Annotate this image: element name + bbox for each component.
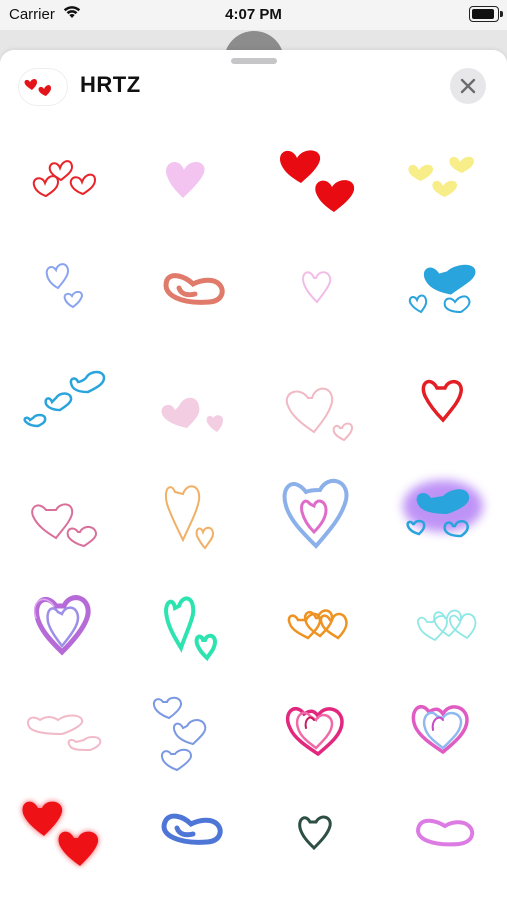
three-yellow-hearts-icon[interactable] (381, 130, 507, 238)
pink-blue-scribble-heart-icon[interactable] (381, 670, 507, 778)
three-blue-hearts-icon[interactable] (0, 346, 127, 454)
app-title: HRTZ (80, 72, 141, 97)
two-red-glow-hearts-icon[interactable] (0, 778, 127, 886)
two-pale-pink-outline-hearts-icon[interactable] (0, 670, 127, 778)
battery-icon (469, 6, 503, 22)
blue-pink-nested-heart-icon[interactable] (254, 454, 381, 562)
red-outline-heart-icon[interactable] (381, 346, 507, 454)
magenta-scribble-heart-icon[interactable] (254, 670, 381, 778)
violet-brush-heart-icon[interactable] (381, 778, 507, 886)
close-button[interactable] (450, 68, 486, 104)
three-red-outline-hearts-icon[interactable] (0, 130, 127, 238)
three-blue-outline-hearts-icon[interactable] (127, 670, 254, 778)
blue-hearts-cluster-icon[interactable] (381, 238, 507, 346)
sheet-grabber[interactable] (231, 58, 277, 64)
two-orange-outline-hearts-icon[interactable] (127, 454, 254, 562)
sticker-grid (0, 130, 507, 900)
sticker-sheet: HRTZ (0, 50, 507, 900)
two-pink-outline-hearts-icon[interactable] (254, 346, 381, 454)
clock-time: 4:07 PM (225, 6, 282, 23)
status-bar: Carrier 4:07 PM (0, 0, 507, 30)
blue-brush-heart-icon[interactable] (127, 778, 254, 886)
two-rose-outline-hearts-icon[interactable] (0, 454, 127, 562)
aqua-linked-hearts-icon[interactable] (381, 562, 507, 670)
orange-linked-hearts-icon[interactable] (254, 562, 381, 670)
two-red-filled-hearts-icon[interactable] (254, 130, 381, 238)
pink-heart-icon[interactable] (127, 130, 254, 238)
two-pale-pink-hearts-icon[interactable] (127, 346, 254, 454)
two-red-hearts-icon (19, 69, 67, 105)
two-blue-outline-hearts-icon[interactable] (0, 238, 127, 346)
close-icon (460, 78, 476, 94)
light-pink-outline-heart-icon[interactable] (254, 238, 381, 346)
dark-green-outline-heart-icon[interactable] (254, 778, 381, 886)
purple-layered-heart-icon[interactable] (0, 562, 127, 670)
two-teal-hearts-icon[interactable] (127, 562, 254, 670)
salmon-brush-heart-icon[interactable] (127, 238, 254, 346)
glowing-blue-hearts-icon[interactable] (381, 454, 507, 562)
